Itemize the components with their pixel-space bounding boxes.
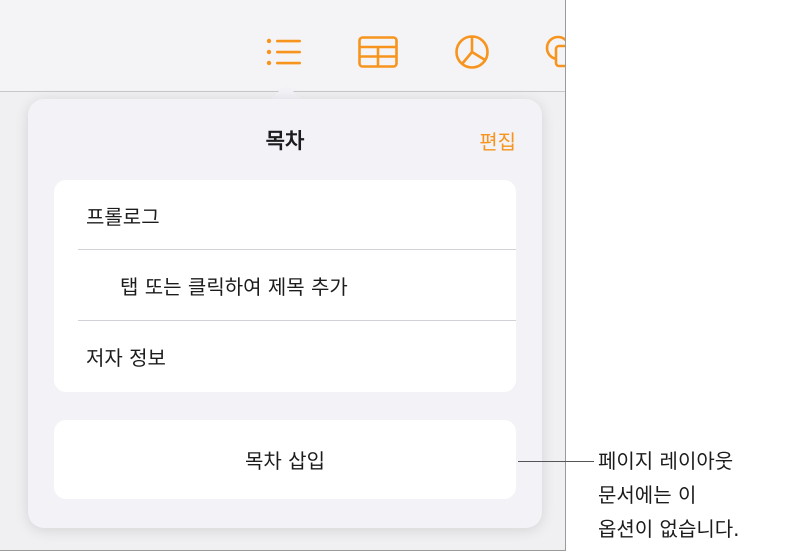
toc-item[interactable]: 탭 또는 클릭하여 제목 추가 bbox=[54, 250, 516, 320]
toc-list: 프롤로그 탭 또는 클릭하여 제목 추가 저자 정보 bbox=[54, 180, 516, 392]
ipad-screen: 목차 편집 프롤로그 탭 또는 클릭하여 제목 추가 저자 정보 목차 삽입 bbox=[0, 0, 566, 551]
popover-title: 목차 bbox=[265, 129, 305, 153]
edit-button[interactable]: 편집 bbox=[479, 126, 516, 155]
shape-icon bbox=[545, 35, 565, 68]
callout-leader-line bbox=[518, 461, 594, 462]
table-tool-button[interactable] bbox=[358, 32, 398, 72]
chart-tool-button[interactable] bbox=[452, 32, 492, 72]
callout-note: 페이지 레이아웃 문서에는 이 옵션이 없습니다. bbox=[598, 444, 786, 546]
list-icon bbox=[266, 38, 301, 66]
screenshot-stage: 목차 편집 프롤로그 탭 또는 클릭하여 제목 추가 저자 정보 목차 삽입 페… bbox=[0, 0, 788, 553]
toc-popover: 목차 편집 프롤로그 탭 또는 클릭하여 제목 추가 저자 정보 목차 삽입 bbox=[28, 99, 542, 528]
toc-item[interactable]: 프롤로그 bbox=[54, 180, 516, 250]
callout-line-text: 문서에는 이 bbox=[598, 483, 697, 507]
popover-arrow bbox=[270, 84, 302, 100]
shape-tool-button[interactable] bbox=[542, 32, 565, 72]
callout-line-text: 옵션이 없습니다. bbox=[598, 517, 740, 541]
toolbar bbox=[0, 0, 565, 92]
toc-item[interactable]: 저자 정보 bbox=[54, 321, 516, 391]
chart-icon bbox=[455, 35, 489, 69]
insert-toc-button[interactable]: 목차 삽입 bbox=[54, 420, 516, 499]
callout-line-text: 페이지 레이아웃 bbox=[598, 449, 734, 473]
table-icon bbox=[358, 36, 398, 68]
list-tool-button[interactable] bbox=[264, 32, 304, 72]
